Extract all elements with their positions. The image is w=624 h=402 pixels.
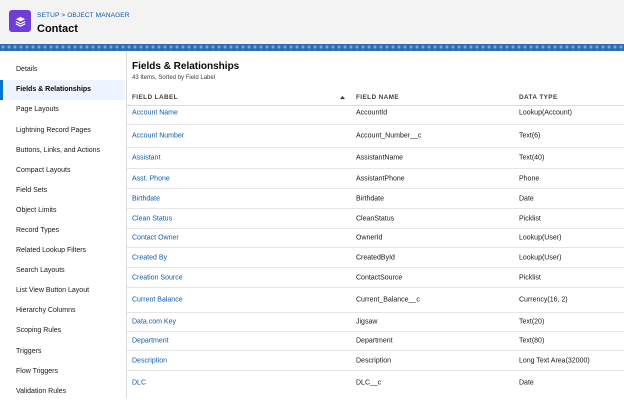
data-type: Text(20)	[519, 318, 545, 326]
field-label-link[interactable]: Creation Source	[132, 274, 183, 281]
sidebar-item-compact-layouts[interactable]: Compact Layouts	[0, 161, 125, 181]
field-label-link[interactable]: Data.com Key	[132, 319, 176, 326]
field-name: DLC__c	[356, 379, 382, 387]
breadcrumb-separator: >	[61, 12, 66, 19]
sidebar-item-hierarchy-columns[interactable]: Hierarchy Columns	[0, 301, 125, 321]
sidebar-item-page-layouts[interactable]: Page Layouts	[0, 100, 125, 120]
field-name: Description	[356, 357, 392, 364]
sidebar-item-buttons-links-actions[interactable]: Buttons, Links, and Actions	[0, 141, 125, 161]
field-label-link[interactable]: Clean Status	[132, 215, 172, 222]
sidebar: Details Fields & Relationships Page Layo…	[0, 51, 127, 398]
sidebar-item-fields-relationships[interactable]: Fields & Relationships	[0, 80, 125, 100]
data-type: Text(40)	[519, 154, 545, 162]
field-label-link[interactable]: Account Name	[132, 109, 178, 116]
data-type: Lookup(User)	[519, 254, 562, 261]
table-row: Department Department Text(80)	[127, 332, 624, 351]
sidebar-item-record-types[interactable]: Record Types	[0, 221, 125, 241]
main-content: Fields & Relationships 43 Items, Sorted …	[127, 51, 624, 398]
field-name: OwnerId	[356, 234, 383, 242]
table-row: Birthdate Birthdate Date	[127, 189, 624, 209]
sidebar-item-validation-rules[interactable]: Validation Rules	[0, 382, 125, 402]
field-name: AssistantName	[356, 154, 404, 162]
sort-up-icon[interactable]	[340, 95, 345, 100]
section-title: Fields & Relationships	[132, 61, 240, 72]
field-label-link[interactable]: Department	[132, 338, 169, 345]
layers-icon	[9, 10, 31, 32]
data-type: Currency(16, 2)	[519, 296, 568, 304]
data-type: Text(6)	[519, 132, 541, 140]
data-type: Lookup(Account)	[519, 109, 572, 116]
field-label-link[interactable]: Created By	[132, 254, 167, 261]
field-label-link[interactable]: DLC	[132, 380, 146, 387]
sidebar-item-lightning-record-pages[interactable]: Lightning Record Pages	[0, 121, 125, 141]
field-label-link[interactable]: Account Number	[132, 133, 184, 140]
field-label-link[interactable]: Current Balance	[132, 297, 183, 304]
table-row: Creation Source ContactSource Picklist	[127, 268, 624, 288]
table-row: Account Name AccountId Lookup(Account)	[127, 101, 624, 125]
field-name: ContactSource	[356, 274, 403, 281]
brand-band	[0, 44, 624, 51]
field-label-link[interactable]: Asst. Phone	[132, 175, 170, 182]
item-count: 43 Items, Sorted by Field Label	[132, 75, 216, 81]
field-name: Account_Number__c	[356, 132, 422, 140]
sidebar-item-related-lookup-filters[interactable]: Related Lookup Filters	[0, 241, 125, 261]
data-type: Long Text Area(32000)	[519, 357, 590, 364]
data-type: Phone	[519, 175, 540, 182]
sidebar-item-search-layouts[interactable]: Search Layouts	[0, 261, 125, 281]
field-label-link[interactable]: Assistant	[132, 155, 160, 162]
breadcrumb-setup[interactable]: SETUP	[37, 12, 59, 19]
breadcrumb-object-manager[interactable]: OBJECT MANAGER	[67, 12, 129, 19]
field-label-link[interactable]: Birthdate	[132, 195, 160, 202]
breadcrumb: SETUP > OBJECT MANAGER	[37, 12, 130, 19]
table-row: Clean Status CleanStatus Picklist	[127, 209, 624, 229]
data-type: Lookup(User)	[519, 234, 562, 242]
field-label-link[interactable]: Description	[132, 357, 167, 364]
field-name: Birthdate	[356, 195, 385, 202]
sidebar-item-object-limits[interactable]: Object Limits	[0, 201, 125, 221]
sidebar-item-details[interactable]: Details	[0, 60, 125, 80]
data-type: Text(80)	[519, 337, 545, 345]
table-row: Description Description Long Text Area(3…	[127, 351, 624, 371]
field-name: Jigsaw	[356, 318, 378, 326]
sidebar-item-triggers[interactable]: Triggers	[0, 342, 125, 362]
field-name: AccountId	[356, 109, 388, 116]
data-type: Date	[519, 379, 534, 387]
data-type: Date	[519, 195, 534, 202]
table-row: Created By CreatedById Lookup(User)	[127, 248, 624, 268]
field-name: AssistantPhone	[356, 175, 405, 182]
table-row: DLC DLC__c Date	[127, 371, 624, 395]
table-row: Current Balance Current_Balance__c Curre…	[127, 288, 624, 313]
sidebar-item-list-view-button-layout[interactable]: List View Button Layout	[0, 281, 125, 301]
data-type: Picklist	[519, 215, 541, 222]
field-name: CreatedById	[356, 254, 395, 261]
table-row: Data.com Key Jigsaw Text(20)	[127, 313, 624, 332]
table-row: Contact Owner OwnerId Lookup(User)	[127, 229, 624, 248]
table-row: Account Number Account_Number__c Text(6)	[127, 125, 624, 148]
field-label-link[interactable]: Contact Owner	[132, 235, 179, 242]
page-header: SETUP > OBJECT MANAGER Contact	[0, 0, 624, 45]
table-row: Asst. Phone AssistantPhone Phone	[127, 169, 624, 189]
table-row: Assistant AssistantName Text(40)	[127, 148, 624, 169]
sidebar-item-flow-triggers[interactable]: Flow Triggers	[0, 362, 125, 382]
page-title: Contact	[37, 23, 78, 35]
field-name: Department	[356, 337, 393, 345]
field-name: CleanStatus	[356, 215, 395, 222]
data-type: Picklist	[519, 274, 541, 281]
sidebar-item-scoping-rules[interactable]: Scoping Rules	[0, 321, 125, 341]
field-name: Current_Balance__c	[356, 296, 420, 304]
sidebar-item-field-sets[interactable]: Field Sets	[0, 181, 125, 201]
